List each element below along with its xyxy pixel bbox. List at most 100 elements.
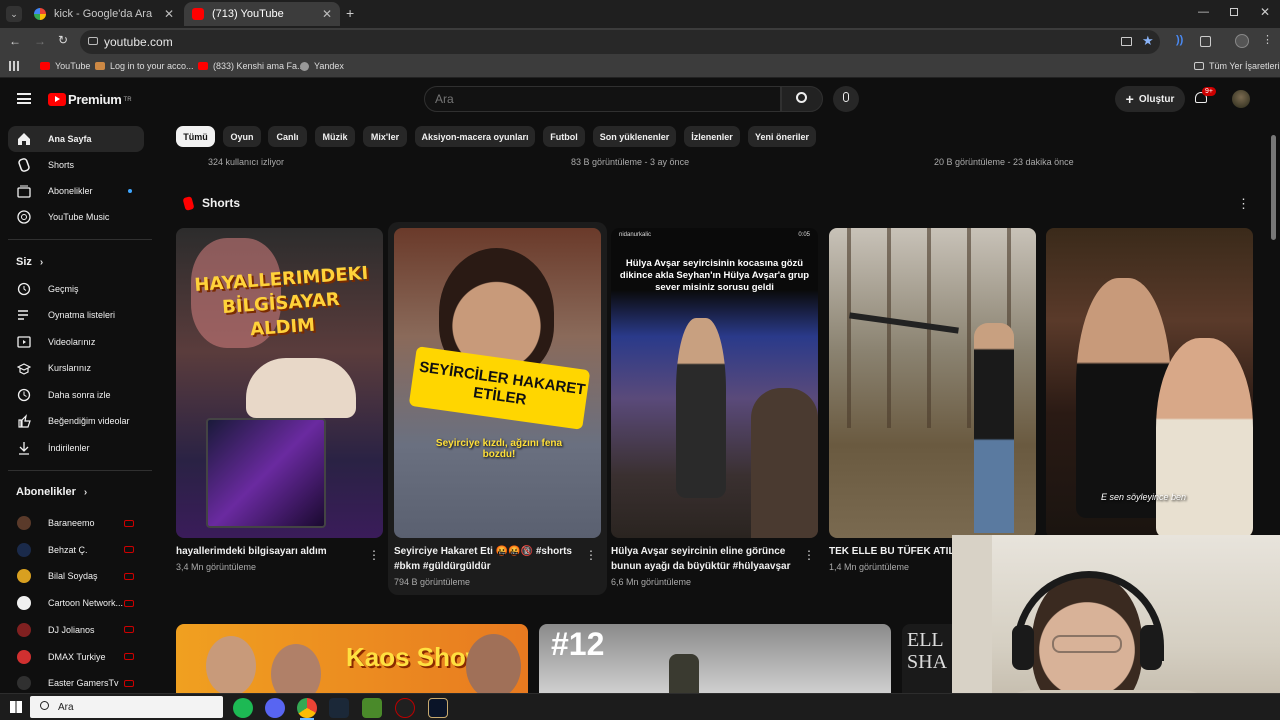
sidebar-item-shorts[interactable]: Shorts [8, 152, 144, 178]
forward-icon[interactable]: → [34, 34, 46, 48]
short-thumbnail[interactable] [829, 228, 1036, 538]
tab-list-button[interactable]: ⌄ [6, 6, 22, 22]
channel-avatar [17, 596, 31, 611]
video-thumbnail[interactable]: Kaos Show [176, 624, 528, 693]
youtube-logo[interactable]: Premium TR [48, 92, 132, 107]
sidebar-item-subscription[interactable]: Baraneemo [8, 510, 144, 536]
tab-google-search[interactable]: kick - Google'da Ara ✕ [26, 2, 182, 26]
apps-grid-icon[interactable] [9, 61, 19, 71]
chip-football[interactable]: Futbol [543, 126, 585, 147]
chip-all[interactable]: Tümü [176, 126, 215, 147]
chip-new-to-you[interactable]: Yeni öneriler [748, 126, 816, 147]
short-title[interactable]: Hülya Avşar seyircinin eline görünce bun… [611, 544, 797, 574]
create-button[interactable]: + Oluştur [1115, 86, 1185, 112]
sidebar-item-youtube-music[interactable]: YouTube Music [8, 204, 144, 230]
chip-gaming[interactable]: Oyun [223, 126, 261, 147]
channel-avatar [17, 516, 31, 530]
sidebar-item-subscription[interactable]: DJ Jolianos [8, 617, 144, 643]
chip-action-adventure[interactable]: Aksiyon-macera oyunları [415, 126, 535, 147]
like-icon [17, 414, 31, 428]
sidebar-item-downloads[interactable]: İndirilenler [8, 435, 144, 461]
sidebar-item-subscription[interactable]: Behzat Ç. [8, 537, 144, 563]
short-title[interactable]: Seyirciye Hakaret Eti 🤬🤬🔞 #shorts #bkm #… [394, 544, 580, 574]
more-options-icon[interactable]: ⋮ [585, 548, 597, 562]
address-bar[interactable]: youtube.com ★ [80, 30, 1160, 54]
league-icon[interactable] [428, 698, 448, 718]
close-icon[interactable]: ✕ [164, 7, 174, 21]
new-tab-button[interactable]: + [346, 5, 354, 21]
tab-youtube[interactable]: (713) YouTube ✕ [184, 2, 340, 26]
chrome-icon[interactable] [297, 698, 317, 718]
taskbar-search[interactable]: Ara [30, 696, 223, 718]
bookmark-yandex[interactable]: Yandex [300, 61, 344, 71]
globe-icon [300, 61, 309, 71]
sidebar-item-courses[interactable]: Kurslarınız [8, 355, 144, 381]
profile-avatar[interactable] [1235, 34, 1249, 48]
search-button[interactable] [781, 86, 823, 112]
all-bookmarks[interactable]: Tüm Yer İşaretleri [1194, 61, 1280, 71]
sidebar-item-playlists[interactable]: Oynatma listeleri [8, 302, 144, 328]
chip-watched[interactable]: İzlenenler [684, 126, 740, 147]
steam-icon[interactable] [329, 698, 349, 718]
shelf-options-icon[interactable]: ⋮ [1237, 196, 1250, 212]
short-thumbnail[interactable]: E sen söyleyince ben [1046, 228, 1253, 538]
sidebar-item-history[interactable]: Geçmiş [8, 276, 144, 302]
minecraft-icon[interactable] [362, 698, 382, 718]
sidebar-item-subscription[interactable]: Easter GamersTv [8, 670, 144, 693]
channel-avatar [17, 622, 31, 637]
short-thumbnail[interactable]: nidanurkalic 0:05 Hülya Avşar seyircisin… [611, 228, 818, 538]
restore-button[interactable] [1230, 8, 1238, 16]
thumbnail-overlay-text: ELL SHA [907, 629, 948, 673]
notifications-button[interactable]: 9+ [1194, 87, 1216, 106]
short-thumbnail[interactable]: HAYALLERIMDEKI BİLGİSAYAR ALDIM [176, 228, 383, 538]
sidebar-item-watch-later[interactable]: Daha sonra izle [8, 382, 144, 408]
app-icon[interactable] [395, 698, 415, 718]
youtube-icon [198, 62, 208, 70]
extensions-puzzle-icon[interactable] [1200, 36, 1211, 47]
live-icon [124, 572, 134, 580]
you-section-header[interactable]: Siz › [16, 256, 43, 268]
close-icon[interactable]: ✕ [322, 7, 332, 21]
cast-icon[interactable] [1121, 37, 1132, 46]
sidebar-item-home[interactable]: Ana Sayfa [8, 126, 144, 152]
site-info-icon[interactable] [88, 37, 98, 45]
sidebar-item-subscription[interactable]: Cartoon Network... [8, 590, 144, 616]
close-window-button[interactable]: ✕ [1260, 5, 1270, 19]
menu-kebab-icon[interactable]: ⋮ [1262, 33, 1273, 46]
windows-start-icon[interactable] [10, 701, 22, 713]
person-image [271, 644, 321, 693]
voice-search-button[interactable] [833, 86, 859, 112]
page-scrollbar[interactable] [1271, 135, 1276, 240]
chip-mixes[interactable]: Mix'ler [363, 126, 407, 147]
video-thumbnail[interactable]: #12 [539, 624, 891, 693]
chip-recently-uploaded[interactable]: Son yüklenenler [593, 126, 676, 147]
extension-icon[interactable]: )) [1176, 34, 1183, 46]
more-options-icon[interactable]: ⋮ [368, 548, 380, 562]
account-avatar[interactable] [1232, 90, 1250, 108]
bookmark-youtube[interactable]: YouTube [40, 61, 90, 71]
sidebar-item-subscription[interactable]: DMAX Turkiye [8, 644, 144, 670]
chip-live[interactable]: Canlı [268, 126, 307, 147]
spotify-icon[interactable] [233, 698, 253, 718]
chip-music[interactable]: Müzik [315, 126, 355, 147]
reload-icon[interactable]: ↻ [58, 33, 68, 47]
hamburger-menu-icon[interactable] [17, 93, 31, 104]
short-thumbnail[interactable]: SEYİRCİLER HAKARET ETİLER Seyirciye kızd… [394, 228, 601, 538]
back-icon[interactable]: ← [9, 34, 21, 48]
subscriptions-section-header[interactable]: Abonelikler › [16, 486, 87, 498]
bookmark-login[interactable]: Log in to your acco... [95, 61, 194, 71]
bookmark-star-icon[interactable]: ★ [1142, 33, 1154, 49]
minimize-button[interactable]: — [1198, 6, 1209, 18]
bookmark-kenshi[interactable]: (833) Kenshi ama Fa... [198, 61, 305, 71]
watch-later-icon [17, 388, 31, 402]
sidebar-item-your-videos[interactable]: Videolarınız [8, 329, 144, 355]
discord-icon[interactable] [265, 698, 285, 718]
sidebar-item-subscriptions[interactable]: Abonelikler [8, 178, 144, 204]
more-options-icon[interactable]: ⋮ [803, 548, 815, 562]
live-icon [124, 679, 134, 687]
sidebar-item-liked-videos[interactable]: Beğendiğim videolar [8, 408, 144, 434]
short-title[interactable]: hayallerimdeki bilgisayarı aldım [176, 544, 362, 559]
live-icon [124, 519, 134, 527]
sidebar-item-subscription[interactable]: Bilal Soydaş [8, 563, 144, 589]
search-input[interactable] [424, 86, 781, 112]
